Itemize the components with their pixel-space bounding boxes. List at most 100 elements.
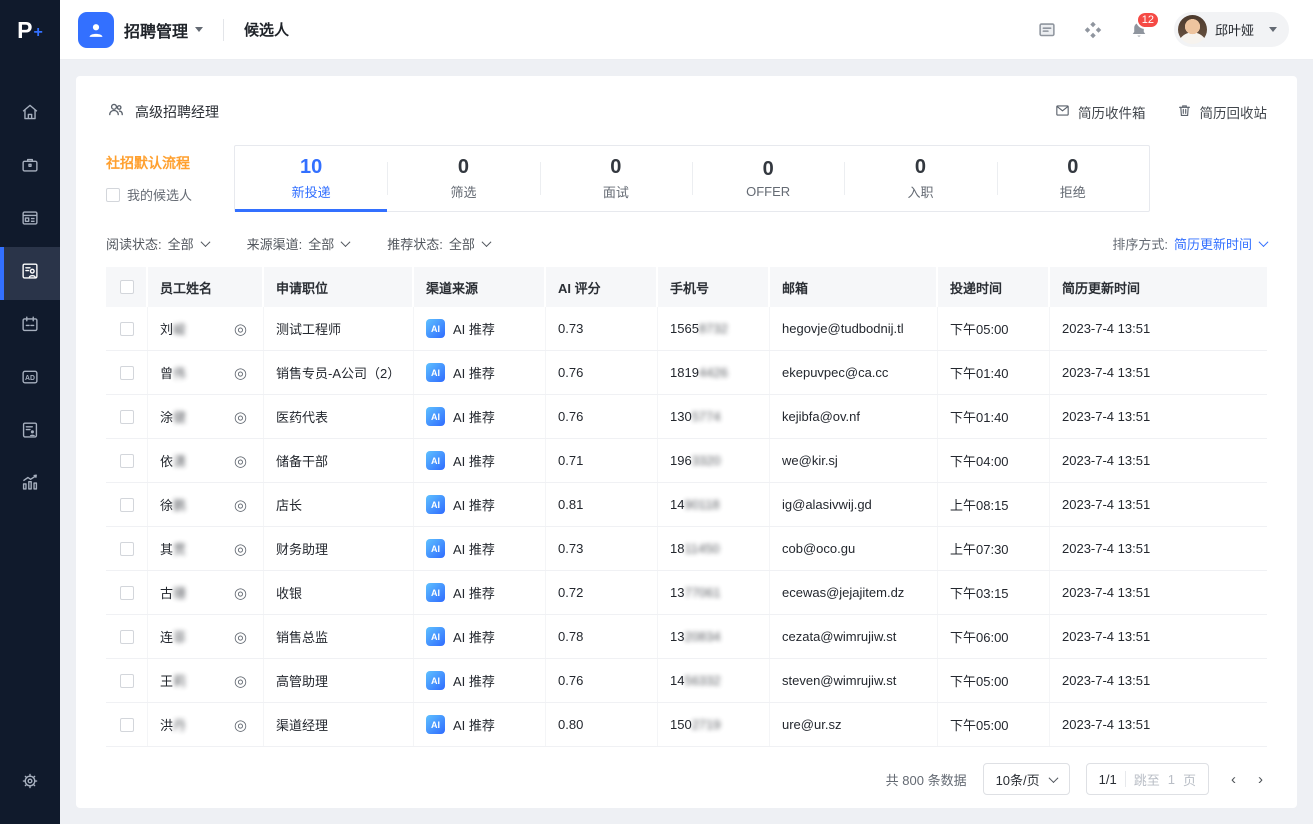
preview-eye-icon[interactable]: ◎: [234, 628, 247, 646]
pagination: 共 800 条数据 10条/页 1/1 跳至 1 页 ‹ ›: [106, 747, 1267, 803]
sidebar-item-analytics[interactable]: [0, 459, 60, 512]
phone: 1819: [670, 365, 699, 380]
filter-label: 阅读状态:: [106, 234, 162, 253]
preview-eye-icon[interactable]: ◎: [234, 496, 247, 514]
table-row[interactable]: 古珊 ◎ 收银 AI AI 推荐 0.72 1377061 ecewas@jej…: [106, 571, 1267, 615]
my-candidates-checkbox[interactable]: [106, 188, 120, 202]
preview-eye-icon[interactable]: ◎: [234, 408, 247, 426]
candidate-name-cell: 依潇 ◎: [148, 439, 264, 482]
stage-label: 筛选: [450, 182, 476, 201]
sidebar-item-briefcase[interactable]: [0, 141, 60, 194]
filter-dropdown[interactable]: 来源渠道: 全部: [247, 234, 350, 253]
table-row[interactable]: 涂健 ◎ 医药代表 AI AI 推荐 0.76 1305774 kejibfa@…: [106, 395, 1267, 439]
chevron-down-icon: [1048, 773, 1058, 783]
stage-count: 0: [458, 156, 469, 179]
phone: 18: [670, 541, 684, 556]
trash-icon: [1176, 102, 1193, 122]
table-row[interactable]: 刘峻 ◎ 测试工程师 AI AI 推荐 0.73 15658732 hegovj…: [106, 307, 1267, 351]
filter-dropdown[interactable]: 推荐状态: 全部: [387, 234, 490, 253]
chevron-down-icon[interactable]: [195, 27, 203, 32]
applied-position: 渠道经理: [264, 703, 414, 746]
brand-logo[interactable]: P+: [0, 0, 60, 60]
row-checkbox[interactable]: [120, 454, 134, 468]
prev-page-button[interactable]: ‹: [1231, 772, 1236, 787]
preview-eye-icon[interactable]: ◎: [234, 716, 247, 734]
stage-tab[interactable]: 0 拒绝: [997, 146, 1149, 211]
resume-inbox-button[interactable]: 简历收件箱: [1054, 102, 1146, 122]
table-row[interactable]: 洪丹 ◎ 渠道经理 AI AI 推荐 0.80 1502719 ure@ur.s…: [106, 703, 1267, 747]
user-menu[interactable]: 邱叶娅: [1174, 12, 1289, 47]
stage-tab[interactable]: 0 OFFER: [692, 146, 844, 211]
ai-score: 0.76: [546, 395, 658, 438]
row-checkbox[interactable]: [120, 366, 134, 380]
filter-label: 来源渠道:: [247, 234, 303, 253]
content-card: 高级招聘经理 简历收件箱 简历回收站 社招默认流程 我的候选人: [76, 76, 1297, 808]
user-avatar: [1178, 15, 1207, 44]
preview-eye-icon[interactable]: ◎: [234, 320, 247, 338]
candidate-name-cell: 涂健 ◎: [148, 395, 264, 438]
channel-cell: AI AI 推荐: [414, 527, 546, 570]
sidebar-item-positions[interactable]: [0, 194, 60, 247]
phone-cell: 1305774: [658, 395, 770, 438]
channel-cell: AI AI 推荐: [414, 703, 546, 746]
ai-score: 0.81: [546, 483, 658, 526]
sidebar-item-settings[interactable]: [0, 757, 60, 810]
email: cob@oco.gu: [770, 527, 938, 570]
sort-dropdown[interactable]: 排序方式: 简历更新时间: [1112, 234, 1267, 253]
table-row[interactable]: 曾伟 ◎ 销售专员-A公司（2） AI AI 推荐 0.76 18194426 …: [106, 351, 1267, 395]
stage-tab[interactable]: 0 面试: [540, 146, 692, 211]
next-page-button[interactable]: ›: [1258, 772, 1263, 787]
row-checkbox[interactable]: [120, 630, 134, 644]
row-checkbox[interactable]: [120, 586, 134, 600]
process-name[interactable]: 社招默认流程: [106, 153, 234, 173]
jump-page-input[interactable]: 1: [1168, 772, 1175, 787]
table-row[interactable]: 徐鹏 ◎ 店长 AI AI 推荐 0.81 1490118 ig@alasivw…: [106, 483, 1267, 527]
stage-label: 入职: [907, 182, 933, 201]
sidebar-item-calendar[interactable]: [0, 300, 60, 353]
preview-eye-icon[interactable]: ◎: [234, 364, 247, 382]
message-icon[interactable]: [1036, 19, 1058, 41]
envelope-icon: [1054, 102, 1071, 122]
row-select-cell: [106, 439, 148, 482]
row-checkbox[interactable]: [120, 674, 134, 688]
row-checkbox[interactable]: [120, 410, 134, 424]
sidebar-item-candidates[interactable]: [0, 247, 60, 300]
app-title[interactable]: 招聘管理: [124, 18, 188, 42]
row-checkbox[interactable]: [120, 718, 134, 732]
stage-tab[interactable]: 10 新投递: [235, 146, 387, 211]
tab-candidates[interactable]: 候选人: [244, 19, 289, 40]
bell-icon[interactable]: 12: [1128, 19, 1150, 41]
phone-redacted: 3320: [692, 453, 721, 468]
table-row[interactable]: 王莉 ◎ 高管助理 AI AI 推荐 0.76 1456332 steven@w…: [106, 659, 1267, 703]
apps-diamond-icon[interactable]: [1082, 19, 1104, 41]
my-candidates-toggle[interactable]: 我的候选人: [106, 185, 234, 204]
row-checkbox[interactable]: [120, 542, 134, 556]
candidate-name-redacted: 贯: [173, 542, 186, 557]
candidate-name-cell: 曾伟 ◎: [148, 351, 264, 394]
delivery-time: 下午05:00: [938, 307, 1050, 350]
analytics-icon: [19, 472, 41, 499]
preview-eye-icon[interactable]: ◎: [234, 672, 247, 690]
ai-score: 0.73: [546, 307, 658, 350]
chevron-down-icon: [481, 237, 491, 247]
row-checkbox[interactable]: [120, 322, 134, 336]
table-row[interactable]: 依潇 ◎ 储备干部 AI AI 推荐 0.71 1963320 we@kir.s…: [106, 439, 1267, 483]
table-row[interactable]: 连菲 ◎ 销售总监 AI AI 推荐 0.78 1320834 cezata@w…: [106, 615, 1267, 659]
page-size-select[interactable]: 10条/页: [983, 763, 1070, 795]
stage-tab[interactable]: 0 入职: [844, 146, 996, 211]
preview-eye-icon[interactable]: ◎: [234, 452, 247, 470]
sidebar-item-ads[interactable]: AD: [0, 353, 60, 406]
resume-recycle-button[interactable]: 简历回收站: [1176, 102, 1268, 122]
select-all-checkbox[interactable]: [120, 280, 134, 294]
table-row[interactable]: 其贯 ◎ 财务助理 AI AI 推荐 0.73 1811450 cob@oco.…: [106, 527, 1267, 571]
preview-eye-icon[interactable]: ◎: [234, 540, 247, 558]
preview-eye-icon[interactable]: ◎: [234, 584, 247, 602]
row-checkbox[interactable]: [120, 498, 134, 512]
candidate-name-cell: 古珊 ◎: [148, 571, 264, 614]
candidate-name-cell: 连菲 ◎: [148, 615, 264, 658]
sidebar-item-home[interactable]: [0, 88, 60, 141]
filter-dropdown[interactable]: 阅读状态: 全部: [106, 234, 209, 253]
stage-tab[interactable]: 0 筛选: [387, 146, 539, 211]
delivery-time: 上午07:30: [938, 527, 1050, 570]
sidebar-item-report[interactable]: [0, 406, 60, 459]
